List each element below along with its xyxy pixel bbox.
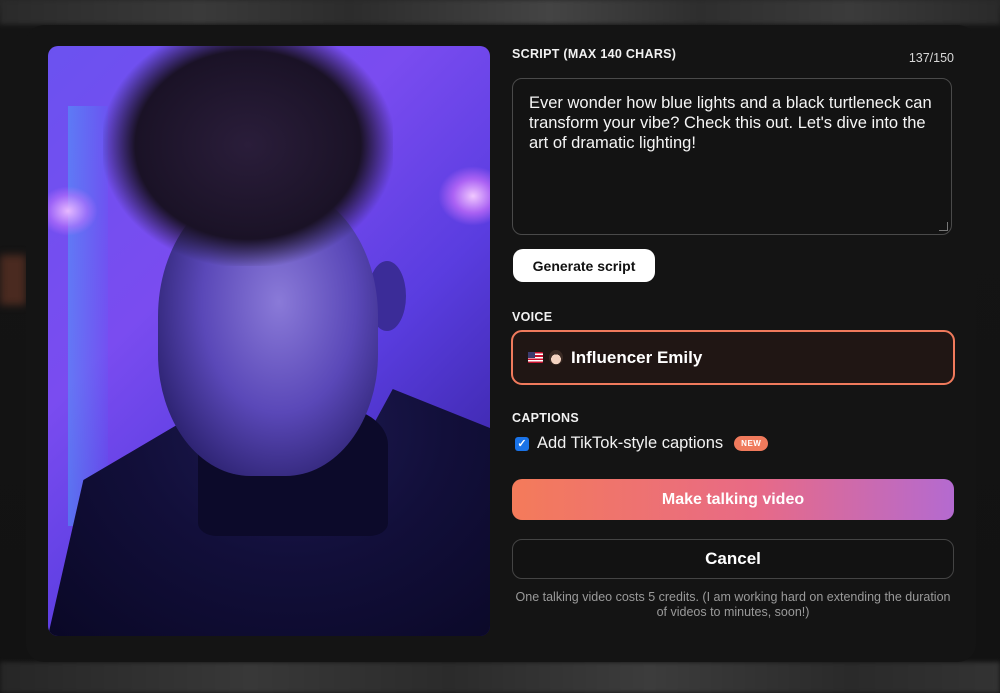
script-textarea[interactable]: Ever wonder how blue lights and a black … <box>512 78 952 235</box>
voice-selected-value: Influencer Emily <box>571 347 703 367</box>
credits-footnote: One talking video costs 5 credits. (I am… <box>515 590 951 619</box>
photo-wall-light <box>438 166 490 226</box>
captions-option-label[interactable]: Add TikTok-style captions <box>537 434 723 453</box>
talking-video-modal: SCRIPT (MAX 140 CHARS) 137/150 Ever wond… <box>26 25 976 662</box>
voice-label: VOICE <box>512 310 553 324</box>
background-glow <box>0 255 26 305</box>
new-badge: NEW <box>734 436 769 451</box>
woman-emoji-icon <box>549 350 563 365</box>
cancel-button[interactable]: Cancel <box>512 539 954 579</box>
captions-option: ✓ Add TikTok-style captions NEW <box>515 434 769 453</box>
make-talking-video-button[interactable]: Make talking video <box>512 479 954 520</box>
captions-label: CAPTIONS <box>512 411 579 425</box>
captions-checkbox[interactable]: ✓ <box>515 436 529 451</box>
script-label: SCRIPT (MAX 140 CHARS) <box>512 47 677 61</box>
generate-script-button[interactable]: Generate script <box>513 249 655 282</box>
us-flag-icon <box>528 352 543 363</box>
portrait-photo <box>48 46 490 636</box>
voice-select[interactable]: Influencer Emily <box>511 330 955 385</box>
script-text: Ever wonder how blue lights and a black … <box>529 94 932 152</box>
photo-door-light <box>68 106 108 526</box>
char-counter: 137/150 <box>908 51 954 65</box>
resize-handle-icon[interactable] <box>939 222 948 231</box>
photo-wall-light-left <box>48 186 98 236</box>
photo-hair <box>103 46 393 266</box>
